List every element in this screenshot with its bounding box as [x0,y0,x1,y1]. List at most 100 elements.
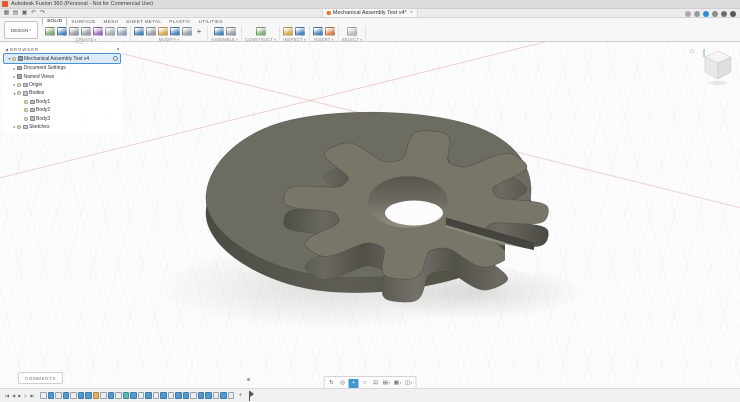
browser-item-sketches[interactable]: ▸ Sketches [2,123,122,131]
timeline-feature-14[interactable] [137,392,145,399]
ribbon-tab-solid[interactable]: SOLID [42,17,68,26]
visibility-bulb-icon[interactable] [17,82,21,87]
visibility-bulb-icon[interactable] [17,124,21,129]
visibility-bulb-icon[interactable] [24,116,28,121]
browser-item-body3[interactable]: Body3 [2,114,122,122]
new-component-icon[interactable] [213,27,224,36]
timeline-feature-13[interactable] [130,392,137,399]
look-at-icon[interactable]: ◎ [338,379,348,388]
visibility-bulb-icon[interactable] [12,56,16,61]
timeline-feature-11[interactable] [115,392,122,399]
insert-derive-icon[interactable] [312,27,323,36]
avatar-icon[interactable] [730,10,736,17]
document-tab[interactable]: Mechanical Assembly Test v4* × [321,9,419,18]
viewcube-cube[interactable] [688,46,738,90]
create-sketch-icon[interactable] [45,27,55,36]
redo-icon[interactable]: ↷ [38,9,47,17]
sweep-icon[interactable] [81,27,91,36]
ribbon-tab-mesh[interactable]: MESH [99,19,122,26]
timeline-add-icon[interactable]: + [238,392,242,400]
browser-item-named-views[interactable]: ▸ Named Views [2,72,122,80]
form-icon[interactable] [93,27,103,36]
primitive-box-icon[interactable] [117,27,127,36]
visibility-bulb-icon[interactable] [24,99,28,104]
combine-icon[interactable] [170,27,180,36]
measure-icon[interactable] [283,27,294,36]
timeline-feature-8[interactable] [92,392,100,399]
extensions-icon[interactable] [694,10,700,17]
timeline-position-marker[interactable] [248,390,253,401]
ribbon-tab-utilities[interactable]: UTILITIES [195,19,227,26]
revolve-icon[interactable] [69,27,79,36]
hole-icon[interactable] [105,27,115,36]
timeline-feature-18[interactable] [167,392,175,399]
ribbon-tab-plastic[interactable]: PLASTIC [165,19,194,26]
shell-icon[interactable] [158,27,168,36]
viewports-icon[interactable]: ◫ ▾ [404,379,414,388]
workspace-switcher[interactable]: DESIGN ▾ [4,21,38,39]
tab-close-icon[interactable]: × [410,10,414,16]
timeline-feature-10[interactable] [107,392,115,399]
timeline-feature-2[interactable] [47,392,55,399]
timeline-feature-16[interactable] [152,392,160,399]
preferences-icon[interactable] [721,10,727,17]
fit-icon[interactable]: ⊡ [371,379,381,388]
timeline-feature-15[interactable] [145,392,152,399]
orbit-icon[interactable]: ↻ [327,379,337,388]
go-to-end-icon[interactable]: ▶| [29,393,35,398]
construction-plane-icon[interactable] [255,27,266,36]
browser-item-origin[interactable]: ▸ Origin [2,81,122,89]
pan-icon[interactable]: + [348,378,359,388]
display-settings-icon[interactable]: ▤ ▾ [382,379,392,388]
go-to-start-icon[interactable]: |◀ [4,393,10,398]
timeline-feature-6[interactable] [77,392,85,399]
timeline-feature-19[interactable] [175,392,182,399]
job-status-icon[interactable] [685,10,691,17]
viewcube[interactable]: ⌂ [688,46,738,90]
home-icon[interactable]: ⌂ [690,48,694,55]
extrude-icon[interactable] [57,27,67,36]
joint-icon[interactable] [225,27,236,36]
data-panel-icon[interactable]: ▦ [2,9,11,17]
browser-item-mechanical-assembly-test-v4[interactable]: ▾ Mechanical Assembly Test v4 [3,53,121,64]
panel-menu-icon[interactable] [116,47,119,51]
viewport-canvas[interactable]: ⌂ ◀ BROWSER ▾ Mechanical Assembly Test v4… [0,42,740,388]
timeline-feature-25[interactable] [220,392,227,399]
timeline-feature-12[interactable] [122,392,130,399]
visibility-bulb-icon[interactable] [17,91,21,96]
timeline-feature-9[interactable] [100,392,107,399]
timeline-feature-7[interactable] [85,392,92,399]
file-menu-icon[interactable]: ▤ [11,9,20,17]
browser-item-body2[interactable]: Body2 [2,106,122,114]
fillet-icon[interactable] [146,27,156,36]
timeline-feature-22[interactable] [197,392,205,399]
timeline-feature-26[interactable] [227,392,235,399]
visibility-bulb-icon[interactable] [24,108,28,113]
select-icon[interactable] [346,27,357,36]
collapse-panel-icon[interactable]: ◀ [5,47,8,52]
press-pull-icon[interactable] [134,27,144,36]
step-forward-icon[interactable]: ▷ [23,393,28,398]
undo-icon[interactable]: ↶ [29,9,38,17]
root-activate-icon[interactable] [113,56,118,61]
timeline-feature-4[interactable] [62,392,70,399]
ribbon-tab-surface[interactable]: SURFACE [67,19,99,26]
timeline-feature-20[interactable] [182,392,190,399]
zoom-icon[interactable]: ○ [360,379,370,388]
timeline-feature-17[interactable] [160,392,167,399]
help-icon[interactable] [712,10,718,17]
timeline-feature-1[interactable] [40,392,47,399]
offset-face-icon[interactable] [182,27,192,36]
browser-item-bodies[interactable]: ▾ Bodies [2,89,122,97]
timeline-feature-24[interactable] [212,392,220,399]
browser-item-document-settings[interactable]: ▸ Document Settings [2,64,122,72]
play-icon[interactable]: ▶ [17,393,22,398]
save-icon[interactable]: ▣ [20,9,29,17]
step-back-icon[interactable]: ◀ [11,393,16,398]
timeline-feature-3[interactable] [55,392,62,399]
grid-and-snaps-icon[interactable]: ▦ ▾ [393,379,403,388]
decal-icon[interactable] [324,27,335,36]
timeline-feature-5[interactable] [70,392,77,399]
browser-item-body1[interactable]: Body1 [2,98,122,106]
notifications-icon[interactable] [703,10,709,17]
